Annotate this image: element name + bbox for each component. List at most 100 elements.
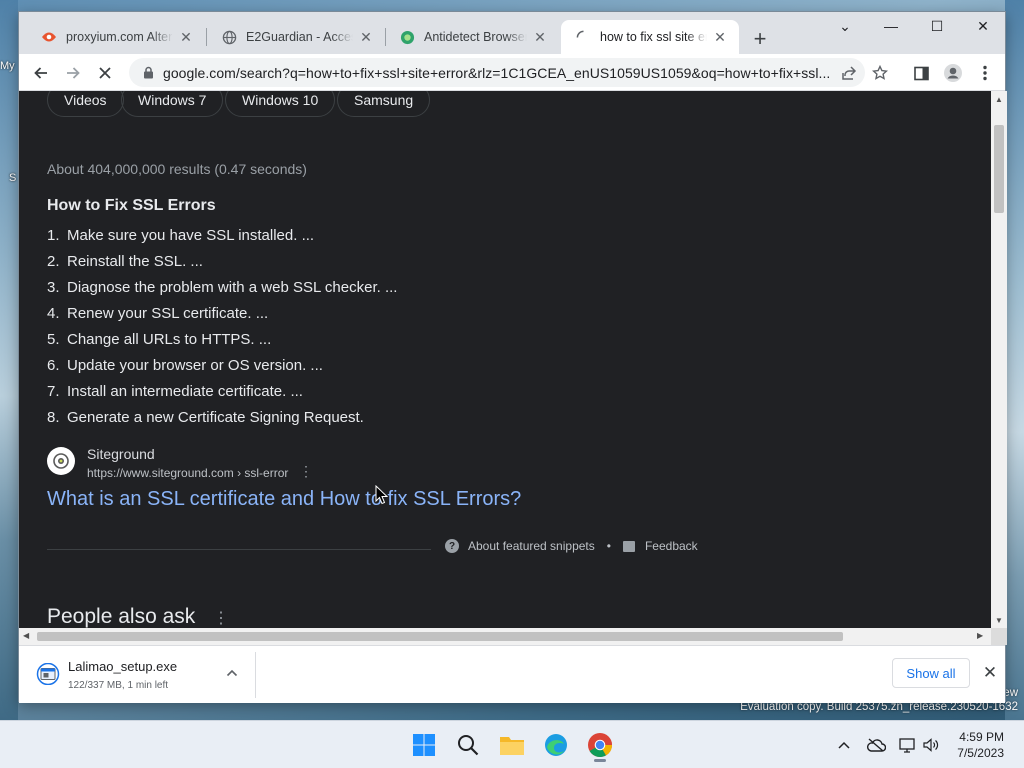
taskbar: 4:59 PM 7/5/2023 (0, 720, 1024, 768)
network-icon[interactable] (897, 735, 919, 755)
download-filename[interactable]: Lalimao_setup.exe (68, 659, 177, 674)
list-item: 2. Reinstall the SSL. ... (47, 253, 203, 270)
onedrive-offline-icon[interactable] (865, 735, 887, 755)
scroll-left-icon[interactable]: ◀ (23, 631, 29, 640)
list-item: 8. Generate a new Certificate Signing Req… (47, 409, 364, 426)
download-bar: Lalimao_setup.exe 122/337 MB, 1 min left… (19, 645, 1005, 703)
search-results-page: Videos Windows 7 Windows 10 Samsung Abou… (19, 91, 991, 628)
tab-proxyium[interactable]: proxyium.com Alternatives ✕ (27, 20, 205, 54)
active-app-indicator (594, 759, 606, 762)
new-tab-button[interactable]: + (747, 26, 773, 52)
desktop-icon-label-fragment: S (9, 172, 17, 184)
filter-chip-samsung[interactable]: Samsung (337, 91, 431, 117)
search-icon[interactable] (450, 727, 486, 763)
tab-google-search[interactable]: how to fix ssl site error ✕ (561, 20, 739, 54)
side-panel-button[interactable] (907, 59, 935, 87)
vertical-scroll-thumb[interactable] (994, 125, 1004, 213)
desktop-icon-label-fragment: My (0, 60, 15, 72)
more-vert-icon (983, 65, 987, 81)
scroll-right-icon[interactable]: ▶ (977, 631, 983, 640)
chrome-icon[interactable] (582, 727, 618, 763)
tab-title: how to fix ssl site error (600, 30, 707, 44)
tab-e2guardian[interactable]: E2Guardian - Access Denied ✕ (207, 20, 385, 54)
about-featured-snippets-link[interactable]: About featured snippets (468, 539, 595, 553)
share-icon (842, 66, 857, 80)
filter-chip-videos[interactable]: Videos (47, 91, 124, 117)
close-tab-icon[interactable]: ✕ (531, 28, 549, 46)
feedback-link[interactable]: Feedback (645, 539, 698, 553)
forward-arrow-icon (67, 67, 80, 79)
filter-chip-windows-10[interactable]: Windows 10 (225, 91, 336, 117)
more-options-icon[interactable]: ⋮ (299, 463, 313, 480)
horizontal-scroll-thumb[interactable] (37, 632, 843, 641)
close-tab-icon[interactable]: ✕ (711, 28, 729, 46)
tab-strip: proxyium.com Alternatives ✕ E2Guardian -… (19, 12, 1005, 54)
share-button[interactable] (835, 59, 863, 87)
vertical-scrollbar[interactable]: ▲ ▼ (991, 91, 1007, 628)
tab-title: proxyium.com Alternatives (66, 30, 173, 44)
chevron-up-icon[interactable] (223, 664, 241, 682)
minimize-button[interactable]: — (868, 12, 914, 40)
list-item: 3. Diagnose the problem with a web SSL ch… (47, 279, 398, 296)
windows-start-icon[interactable] (406, 727, 442, 763)
forward-button[interactable] (59, 59, 87, 87)
result-stats: About 404,000,000 results (0.47 seconds) (47, 161, 307, 177)
loading-icon (575, 29, 591, 45)
featured-snippet-list: 1. Make sure you have SSL installed. ... … (47, 227, 397, 435)
snippet-footer: ? About featured snippets • Feedback (445, 539, 698, 553)
installer-file-icon[interactable] (35, 663, 61, 685)
desktop-wallpaper-right (1005, 0, 1024, 720)
menu-button[interactable] (971, 59, 999, 87)
lock-icon[interactable] (141, 66, 155, 80)
tab-search-button[interactable]: ⌄ (822, 12, 868, 40)
maximize-button[interactable]: ☐ (914, 12, 960, 40)
edge-icon[interactable] (538, 727, 574, 763)
tab-antidetect[interactable]: Antidetect Browser Linken Sphere ✕ (385, 20, 559, 54)
address-bar[interactable]: google.com/search?q=how+to+fix+ssl+site+… (129, 58, 865, 87)
scrollbar-corner (991, 628, 1007, 645)
star-icon (872, 65, 888, 80)
volume-icon[interactable] (920, 735, 942, 755)
close-tab-icon[interactable]: ✕ (177, 28, 195, 46)
list-item: 1. Make sure you have SSL installed. ... (47, 227, 315, 244)
featured-snippet-title: How to Fix SSL Errors (47, 197, 216, 214)
bookmark-button[interactable] (866, 59, 894, 87)
result-title-link[interactable]: What is an SSL certificate and How to fi… (47, 488, 521, 511)
feedback-icon[interactable] (622, 540, 635, 552)
desktop-wallpaper-left (0, 0, 18, 720)
url-text[interactable]: google.com/search?q=how+to+fix+ssl+site+… (163, 65, 833, 81)
divider (255, 652, 256, 698)
file-explorer-icon[interactable] (494, 727, 530, 763)
list-item: 4. Renew your SSL certificate. ... (47, 305, 269, 322)
profile-avatar-icon (944, 64, 962, 82)
system-clock[interactable]: 4:59 PM 7/5/2023 (946, 729, 1004, 761)
scroll-up-icon[interactable]: ▲ (995, 95, 1003, 104)
list-item: 5. Change all URLs to HTTPS. ... (47, 331, 272, 348)
back-button[interactable] (27, 59, 55, 87)
separator-dot: • (606, 539, 611, 553)
scroll-down-icon[interactable]: ▼ (995, 616, 1003, 625)
side-panel-icon (913, 66, 929, 80)
horizontal-scrollbar[interactable]: ◀ ▶ (19, 628, 991, 645)
close-tab-icon[interactable]: ✕ (357, 28, 375, 46)
show-all-downloads-button[interactable]: Show all (892, 658, 970, 688)
list-item: 7. Install an intermediate certificate. .… (47, 383, 303, 400)
tab-title: E2Guardian - Access Denied (246, 30, 353, 44)
browser-window: proxyium.com Alternatives ✕ E2Guardian -… (18, 11, 1007, 703)
browser-toolbar: google.com/search?q=how+to+fix+ssl+site+… (19, 54, 1005, 91)
people-also-ask-heading: People also ask (47, 605, 196, 628)
profile-button[interactable] (939, 59, 967, 87)
more-options-icon[interactable]: ⋮ (213, 608, 229, 628)
tab-title: Antidetect Browser Linken Sphere (424, 30, 527, 44)
source-site-url[interactable]: https://www.siteground.com › ssl-error (87, 466, 288, 480)
stop-loading-button[interactable] (91, 59, 119, 87)
clock-date: 7/5/2023 (957, 746, 1004, 760)
source-site-name[interactable]: Siteground (87, 446, 155, 462)
siteground-logo-icon[interactable] (47, 447, 75, 475)
help-icon[interactable]: ? (445, 539, 459, 553)
filter-chip-windows-7[interactable]: Windows 7 (121, 91, 224, 117)
close-download-bar-icon[interactable]: ✕ (979, 662, 1001, 684)
chevron-up-icon[interactable] (833, 735, 855, 755)
proxyium-icon (41, 29, 57, 45)
close-window-button[interactable]: ✕ (960, 12, 1006, 40)
